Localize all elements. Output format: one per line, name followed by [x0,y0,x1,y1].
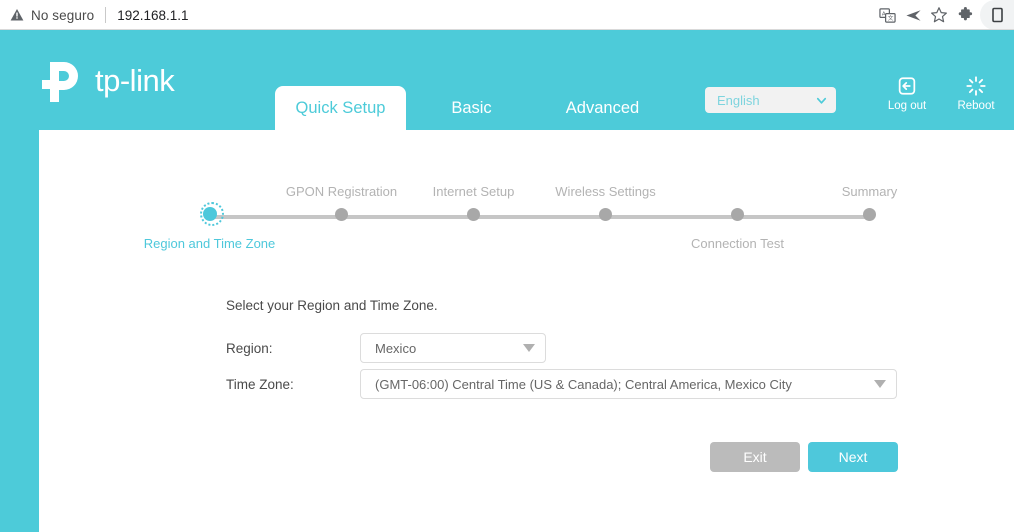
timezone-row: Time Zone: (GMT-06:00) Central Time (US … [226,369,897,399]
timezone-label: Time Zone: [226,377,360,392]
send-icon[interactable] [900,0,926,30]
setup-stepper: Region and Time Zone GPON Registration I… [39,130,1014,260]
region-row: Region: Mexico [226,333,546,363]
profile-icon[interactable] [980,0,1014,30]
step-dot [863,208,876,221]
router-header: tp-link Quick Setup Basic Advanced Engli… [0,30,1014,130]
form-instruction: Select your Region and Time Zone. [226,298,438,313]
step-connection-test[interactable]: Connection Test [737,130,738,260]
next-button[interactable]: Next [808,442,898,472]
browser-toolbar-icons: A 文 [874,0,1014,30]
step-gpon-registration[interactable]: GPON Registration [341,130,342,260]
extensions-icon[interactable] [952,0,978,30]
language-selected-label: English [717,93,815,108]
exit-button[interactable]: Exit [710,442,800,472]
step-label: Connection Test [691,236,784,251]
not-secure-warning-icon [10,8,24,22]
tab-quick-setup[interactable]: Quick Setup [275,86,406,130]
step-dot [335,208,348,221]
step-dot [467,208,480,221]
omnibox-divider [105,7,106,23]
router-page: tp-link Quick Setup Basic Advanced Engli… [0,30,1014,532]
step-internet-setup[interactable]: Internet Setup [473,130,474,260]
step-label: Summary [842,184,898,199]
step-label: Region and Time Zone [144,236,276,251]
tab-advanced[interactable]: Advanced [537,86,668,130]
tab-quick-setup-label: Quick Setup [296,99,386,118]
region-dropdown[interactable]: Mexico [360,333,546,363]
logout-icon [896,75,918,97]
region-label: Region: [226,341,360,356]
translate-icon[interactable]: A 文 [874,0,900,30]
browser-toolbar: No seguro 192.168.1.1 A 文 [0,0,1014,30]
omnibox[interactable]: No seguro 192.168.1.1 [10,0,189,30]
language-selector[interactable]: English [705,87,836,113]
timezone-value: (GMT-06:00) Central Time (US & Canada); … [375,377,868,392]
security-status-label: No seguro [31,8,94,23]
tp-link-logo: tp-link [40,60,174,104]
step-dot [731,208,744,221]
form-actions: Exit Next [710,442,898,472]
step-label: Internet Setup [433,184,515,199]
reboot-icon [965,75,987,97]
logout-label: Log out [888,100,926,112]
url-text: 192.168.1.1 [117,8,188,23]
reboot-label: Reboot [957,100,994,112]
caret-down-icon [523,344,535,352]
region-value: Mexico [375,341,517,356]
caret-down-icon [874,380,886,388]
step-wireless-settings[interactable]: Wireless Settings [605,130,606,260]
step-summary[interactable]: Summary [869,130,870,260]
step-dot [203,207,217,221]
reboot-button[interactable]: Reboot [949,75,1003,112]
stepper-track [209,215,870,219]
content-panel: Region and Time Zone GPON Registration I… [39,130,1014,532]
step-label: GPON Registration [286,184,397,199]
tp-link-mark-icon [40,60,86,104]
svg-text:文: 文 [887,14,893,22]
logout-button[interactable]: Log out [880,75,934,112]
star-icon[interactable] [926,0,952,30]
tab-basic[interactable]: Basic [406,86,537,130]
tab-advanced-label: Advanced [566,99,639,118]
timezone-dropdown[interactable]: (GMT-06:00) Central Time (US & Canada); … [360,369,897,399]
step-dot [599,208,612,221]
tab-basic-label: Basic [451,99,491,118]
step-label: Wireless Settings [555,184,655,199]
brand-name: tp-link [95,65,174,100]
step-region-and-time-zone[interactable]: Region and Time Zone [209,130,210,260]
chevron-down-icon [815,94,828,107]
